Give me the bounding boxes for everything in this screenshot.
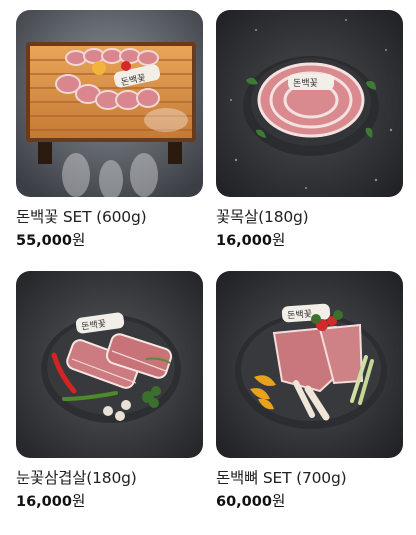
price-value: 16,000 [216, 233, 272, 249]
product-name[interactable]: 꽃목살(180g) [216, 207, 403, 227]
product-price: 55,000원 [16, 231, 203, 251]
product-price: 16,000원 [16, 492, 203, 512]
product-price: 16,000원 [216, 231, 403, 251]
product-name[interactable]: 눈꽃삼겹살(180g) [16, 468, 203, 488]
product-price: 60,000원 [216, 492, 403, 512]
price-value: 16,000 [16, 494, 72, 510]
product-image-pork-belly[interactable]: 돈백꽃 [16, 271, 203, 458]
product-card[interactable]: 돈백꽃 돈백뼈 SET (700g) 60,000원 [216, 271, 403, 512]
product-card[interactable]: 돈백꽃 돈백꽃 SET (600g) 55,000원 [16, 10, 203, 251]
svg-text:돈백꽃: 돈백꽃 [287, 309, 313, 322]
price-currency: 원 [271, 233, 286, 249]
price-value: 55,000 [16, 233, 72, 249]
svg-text:돈백꽃: 돈백꽃 [293, 78, 318, 89]
product-card[interactable]: 돈백꽃 눈꽃삼겹살(180g) 16,000원 [16, 271, 203, 512]
product-image-pork-bone-set[interactable]: 돈백꽃 [216, 271, 403, 458]
price-value: 60,000 [216, 494, 272, 510]
product-card[interactable]: 돈백꽃 꽃목살(180g) 16,000원 [216, 10, 403, 251]
price-currency: 원 [71, 494, 86, 510]
price-currency: 원 [71, 233, 86, 249]
product-name[interactable]: 돈백꽃 SET (600g) [16, 207, 203, 227]
price-currency: 원 [271, 494, 286, 510]
product-name[interactable]: 돈백뼈 SET (700g) [216, 468, 403, 488]
product-image-pork-neck[interactable]: 돈백꽃 [216, 10, 403, 197]
product-image-pork-set-board[interactable]: 돈백꽃 [16, 10, 203, 197]
product-grid: 돈백꽃 돈백꽃 SET (600g) 55,000원 돈백꽃 꽃목살(180g)… [0, 0, 416, 535]
